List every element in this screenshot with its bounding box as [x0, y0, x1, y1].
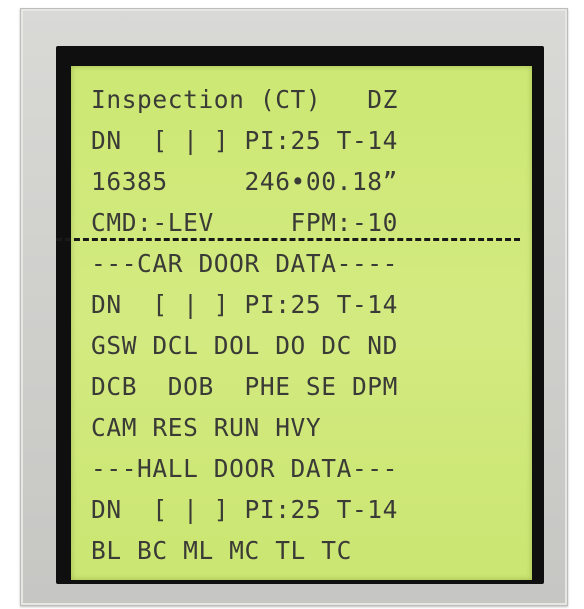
- lcd-line-command-speed: CMD:-LEV FPM:-10: [91, 208, 399, 237]
- lcd-line-hall-door-position: DN [ | ] PI:25 T-14: [91, 495, 399, 524]
- section-divider-dashed: [56, 238, 520, 241]
- lcd-line-mode-status: Inspection (CT) DZ: [91, 85, 399, 114]
- lcd-line-car-door-signals-1: GSW DCL DOL DO DC ND: [91, 331, 399, 360]
- lcd-line-car-door-header: ---CAR DOOR DATA----: [91, 249, 399, 278]
- lcd-line-car-door-signals-3: CAM RES RUN HVY: [91, 413, 322, 442]
- lcd-line-car-door-signals-2: DCB DOB PHE SE DPM: [91, 372, 399, 401]
- lcd-screen: Inspection (CT) DZ DN [ | ] PI:25 T-14 1…: [71, 66, 532, 580]
- lcd-line-direction-position: DN [ | ] PI:25 T-14: [91, 126, 399, 155]
- lcd-line-hall-door-header: ---HALL DOOR DATA---: [91, 454, 399, 483]
- lcd-line-car-door-position: DN [ | ] PI:25 T-14: [91, 290, 399, 319]
- lcd-line-hall-door-signals: BL BC ML MC TL TC: [91, 536, 352, 565]
- lcd-line-count-height: 16385 246•00.18”: [91, 167, 399, 196]
